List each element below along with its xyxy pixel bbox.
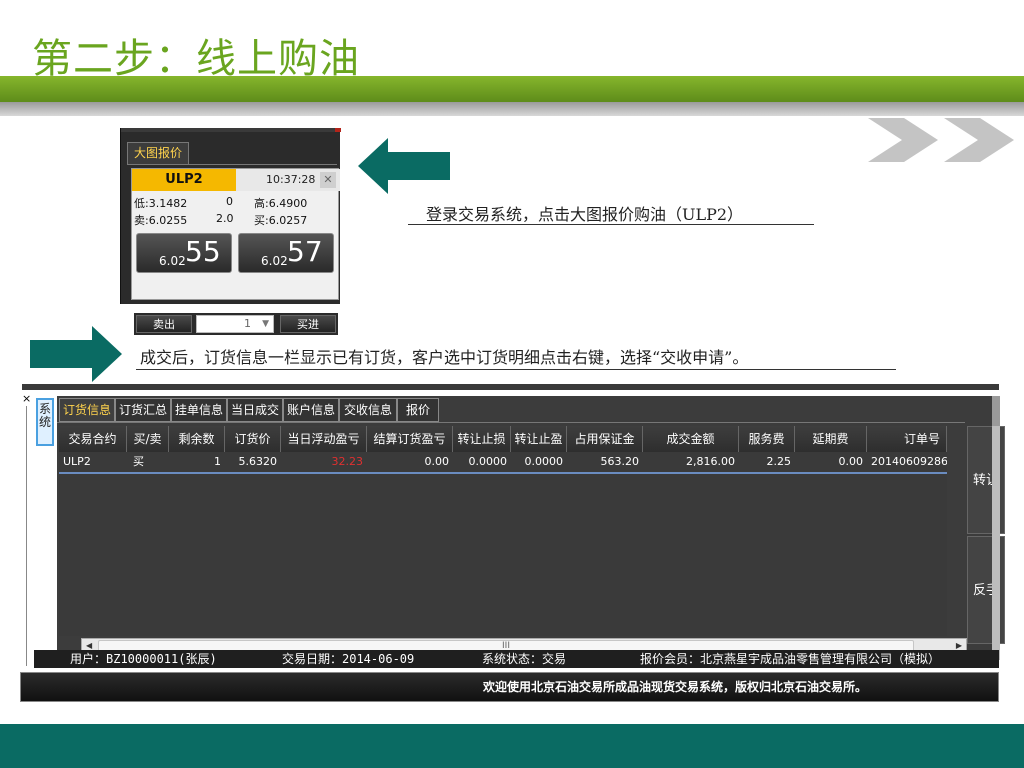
status-quote-member: 报价会员：北京燕星宇成品油零售管理有限公司（模拟）	[640, 652, 941, 666]
cell-settle-pl: 0.00	[424, 455, 450, 468]
vscroll-thumb[interactable]	[992, 396, 1000, 426]
tab-quote[interactable]: 报价	[397, 398, 439, 422]
status-system-state: 系统状态：交易	[482, 652, 567, 666]
quote-card: ULP2 10:37:28 ✕ 低:3.1482 0 高:6.4900 卖:6.…	[131, 168, 340, 335]
tab-order-summary[interactable]: 订货汇总	[115, 398, 171, 422]
tabs-baseline	[57, 422, 965, 423]
tab-system[interactable]: 系统	[36, 398, 54, 446]
cell-order-price: 5.6320	[238, 455, 278, 468]
cell-contract: ULP2	[63, 455, 91, 468]
caption-2-underline	[136, 369, 896, 370]
close-icon[interactable]: ✕	[320, 172, 336, 188]
col-header-side[interactable]: 买/卖	[127, 426, 169, 452]
cell-take-profit: 0.0000	[524, 455, 564, 468]
title-bar	[0, 76, 1024, 102]
cell-remaining: 1	[214, 455, 221, 468]
sell-price-big: 55	[185, 235, 221, 268]
chevron-down-icon[interactable]: ▼	[262, 316, 269, 332]
sell-button[interactable]: 卖出	[136, 315, 192, 333]
panel-main: 订货信息 订货汇总 挂单信息 当日成交 账户信息 交收信息 报价 交易合约 买/…	[57, 396, 1005, 660]
caption-step-2: 成交后，订货信息一栏显示已有订货，客户选中订货明细点击右键，选择“交收申请”。	[140, 348, 749, 367]
col-header-order-no[interactable]: 订单号	[867, 426, 947, 452]
quote-buy: 买:6.0257	[254, 214, 308, 227]
sell-price-button[interactable]: 6.02 55	[136, 233, 232, 273]
buy-price-small: 6.02	[261, 254, 288, 268]
tab-today-trades[interactable]: 当日成交	[227, 398, 283, 422]
col-header-service-fee[interactable]: 服务费	[739, 426, 795, 452]
col-header-margin[interactable]: 占用保证金	[567, 426, 643, 452]
col-header-remaining[interactable]: 剩余数	[169, 426, 225, 452]
col-header-amount[interactable]: 成交金额	[643, 426, 739, 452]
cell-margin: 563.20	[600, 455, 640, 468]
buy-button[interactable]: 买进	[280, 315, 336, 333]
quote-sell-qty: 2.0	[216, 212, 234, 225]
welcome-bar: 欢迎使用北京石油交易所成品油现货交易系统，版权归北京石油交易所。	[20, 672, 999, 702]
status-trade-date: 交易日期：2014-06-09	[282, 652, 415, 666]
quantity-input[interactable]: 1 ▼	[196, 315, 274, 333]
sell-price-small: 6.02	[159, 254, 186, 268]
quote-sell: 卖:6.0255	[134, 214, 188, 227]
tab-delivery-info[interactable]: 交收信息	[339, 398, 397, 422]
quote-symbol: ULP2	[132, 169, 236, 191]
buy-price-button[interactable]: 6.02 57	[238, 233, 334, 273]
quote-red-mark	[335, 128, 341, 132]
quote-widget: 大图报价 ULP2 10:37:28 ✕ 低:3.1482 0 高:6.4900…	[120, 128, 341, 335]
vertical-scrollbar[interactable]	[992, 396, 1000, 660]
quote-high: 高:6.4900	[254, 197, 308, 210]
close-icon[interactable]: ×	[22, 392, 31, 405]
tab-order-info[interactable]: 订货信息	[59, 398, 115, 422]
col-header-stop-loss[interactable]: 转让止损	[453, 426, 511, 452]
quote-bottom-bar: 卖出 1 ▼ 买进	[134, 313, 338, 335]
panel-top-line	[22, 384, 999, 390]
caption-1-underline	[408, 224, 814, 225]
order-grid: 交易合约 买/卖 剩余数 订货价 当日浮动盈亏 结算订货盈亏 转让止损 转让止盈…	[59, 426, 947, 636]
col-header-settle-pl[interactable]: 结算订货盈亏	[367, 426, 453, 452]
tab-big-quote[interactable]: 大图报价	[127, 142, 189, 164]
quantity-value: 1	[244, 317, 251, 330]
cell-side: 买	[133, 455, 144, 468]
quote-low: 低:3.1482	[134, 197, 188, 210]
col-header-order-price[interactable]: 订货价	[225, 426, 281, 452]
tab-account-info[interactable]: 账户信息	[283, 398, 339, 422]
quote-tab-line	[127, 164, 337, 165]
arrow-right-icon	[30, 326, 122, 382]
col-header-contract[interactable]: 交易合约	[59, 426, 127, 452]
chevron-right-icon	[868, 118, 1014, 162]
title-bar-shadow	[0, 102, 1024, 116]
quote-topline	[121, 128, 341, 132]
cell-stop-loss: 0.0000	[468, 455, 508, 468]
tab-pending-orders[interactable]: 挂单信息	[171, 398, 227, 422]
cell-amount: 2,816.00	[686, 455, 735, 468]
status-user: 用户：BZ10000011(张辰)	[70, 652, 217, 666]
row-selection-line	[59, 472, 947, 474]
panel-left-line	[26, 406, 27, 666]
trading-panel: × 系统 订货信息 订货汇总 挂单信息 当日成交 账户信息 交收信息 报价 交易…	[22, 384, 1005, 674]
status-bar: 用户：BZ10000011(张辰) 交易日期：2014-06-09 系统状态：交…	[34, 650, 999, 668]
quote-low-qty: 0	[226, 195, 233, 208]
caption-step-1: 登录交易系统，点击大图报价购油（ULP2）	[426, 205, 744, 224]
col-header-delay-fee[interactable]: 延期费	[795, 426, 867, 452]
col-header-take-profit[interactable]: 转让止盈	[511, 426, 567, 452]
col-header-float-pl[interactable]: 当日浮动盈亏	[281, 426, 367, 452]
welcome-text: 欢迎使用北京石油交易所成品油现货交易系统，版权归北京石油交易所。	[483, 680, 868, 694]
cell-float-pl: 32.23	[331, 455, 364, 468]
arrow-left-icon	[358, 138, 450, 194]
cell-delay-fee: 0.00	[838, 455, 864, 468]
cell-order-no: 2014060928670	[871, 455, 947, 468]
bottom-bar	[0, 724, 1024, 768]
buy-price-big: 57	[287, 235, 323, 268]
cell-service-fee: 2.25	[766, 455, 792, 468]
